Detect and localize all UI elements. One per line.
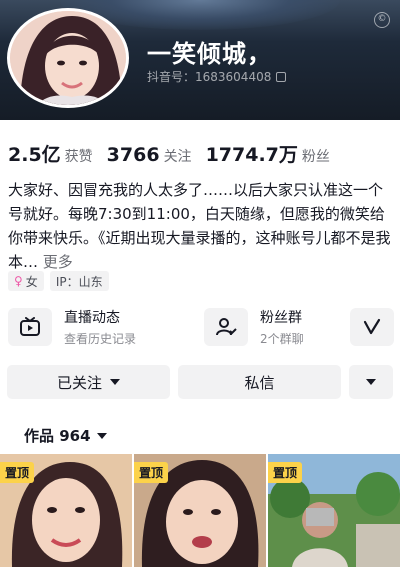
works-tab[interactable]: 作品 964 [24, 425, 107, 446]
stat-likes-num: 2.5亿 [8, 144, 61, 166]
message-label: 私信 [244, 373, 275, 392]
live-card[interactable]: 直播动态 查看历史记录 [8, 307, 194, 347]
fans-group-sub: 2个群聊 [260, 332, 304, 346]
douyin-id: 抖音号：1683604408 [147, 68, 287, 85]
stat-fans-label: 粉丝 [301, 149, 330, 165]
douyin-id-text: 抖音号：1683604408 [147, 70, 272, 84]
fans-group-card[interactable]: 粉丝群 2个群聊 [204, 307, 340, 347]
stat-likes[interactable]: 2.5亿 获赞 [8, 140, 93, 167]
users-icon [204, 308, 248, 346]
stat-following[interactable]: 3766 关注 [107, 144, 192, 166]
followed-label: 已关注 [56, 373, 102, 392]
action-buttons: 已关注 私信 [7, 365, 393, 399]
profile-header: © 一笑倾城， 抖音号：1683604408 [0, 0, 400, 120]
video-thumb[interactable]: 置顶 [134, 454, 266, 567]
avatar[interactable] [7, 8, 129, 108]
avatar-image [10, 11, 126, 105]
nickname: 一笑倾城， [147, 40, 272, 68]
pinned-badge: 置顶 [268, 462, 303, 483]
chevron-down-icon [366, 379, 376, 385]
stat-fans-num: 1774.7万 [205, 144, 298, 166]
pinned-badge: 置顶 [134, 462, 169, 483]
tags-row: ♀ 女 IP：山东 [8, 271, 109, 291]
copy-icon[interactable] [276, 71, 287, 82]
chevron-down-icon [110, 379, 120, 385]
bio[interactable]: 大家好、因冒充我的人太多了……以后大家只认准这一个号就好。每晚7:30到11:0… [8, 178, 394, 274]
stats-row: 2.5亿 获赞 3766 关注 1774.7万 粉丝 [8, 140, 344, 167]
gender-tag: ♀ 女 [8, 271, 44, 291]
followed-button[interactable]: 已关注 [7, 365, 170, 399]
copyright-icon: © [374, 12, 390, 28]
video-thumb[interactable]: 置顶 [268, 454, 400, 567]
live-card-title: 直播动态 [64, 310, 120, 326]
more-options-button[interactable] [349, 365, 393, 399]
bio-more-link[interactable]: 更多 [43, 253, 73, 271]
ip-label: IP：山东 [55, 274, 103, 289]
video-thumb[interactable]: 置顶 [0, 454, 132, 567]
video-grid: 置顶 置顶 置顶 [0, 454, 400, 567]
fans-group-title: 粉丝群 [260, 310, 302, 326]
female-icon: ♀ [14, 274, 23, 288]
chevron-down-icon [96, 432, 107, 439]
ip-tag: IP：山东 [49, 271, 109, 291]
works-label: 作品 964 [24, 427, 91, 445]
stat-likes-label: 获赞 [64, 149, 93, 165]
live-card-sub: 查看历史记录 [64, 332, 137, 346]
third-card[interactable] [350, 307, 400, 347]
v-check-icon [350, 308, 394, 346]
pinned-badge: 置顶 [0, 462, 35, 483]
feature-cards: 直播动态 查看历史记录 粉丝群 2个群聊 [8, 307, 400, 347]
stat-fans[interactable]: 1774.7万 粉丝 [206, 140, 330, 167]
stat-following-label: 关注 [163, 149, 192, 165]
gender-label: 女 [25, 274, 38, 289]
stat-following-num: 3766 [106, 144, 160, 166]
message-button[interactable]: 私信 [178, 365, 341, 399]
tv-icon [8, 308, 52, 346]
